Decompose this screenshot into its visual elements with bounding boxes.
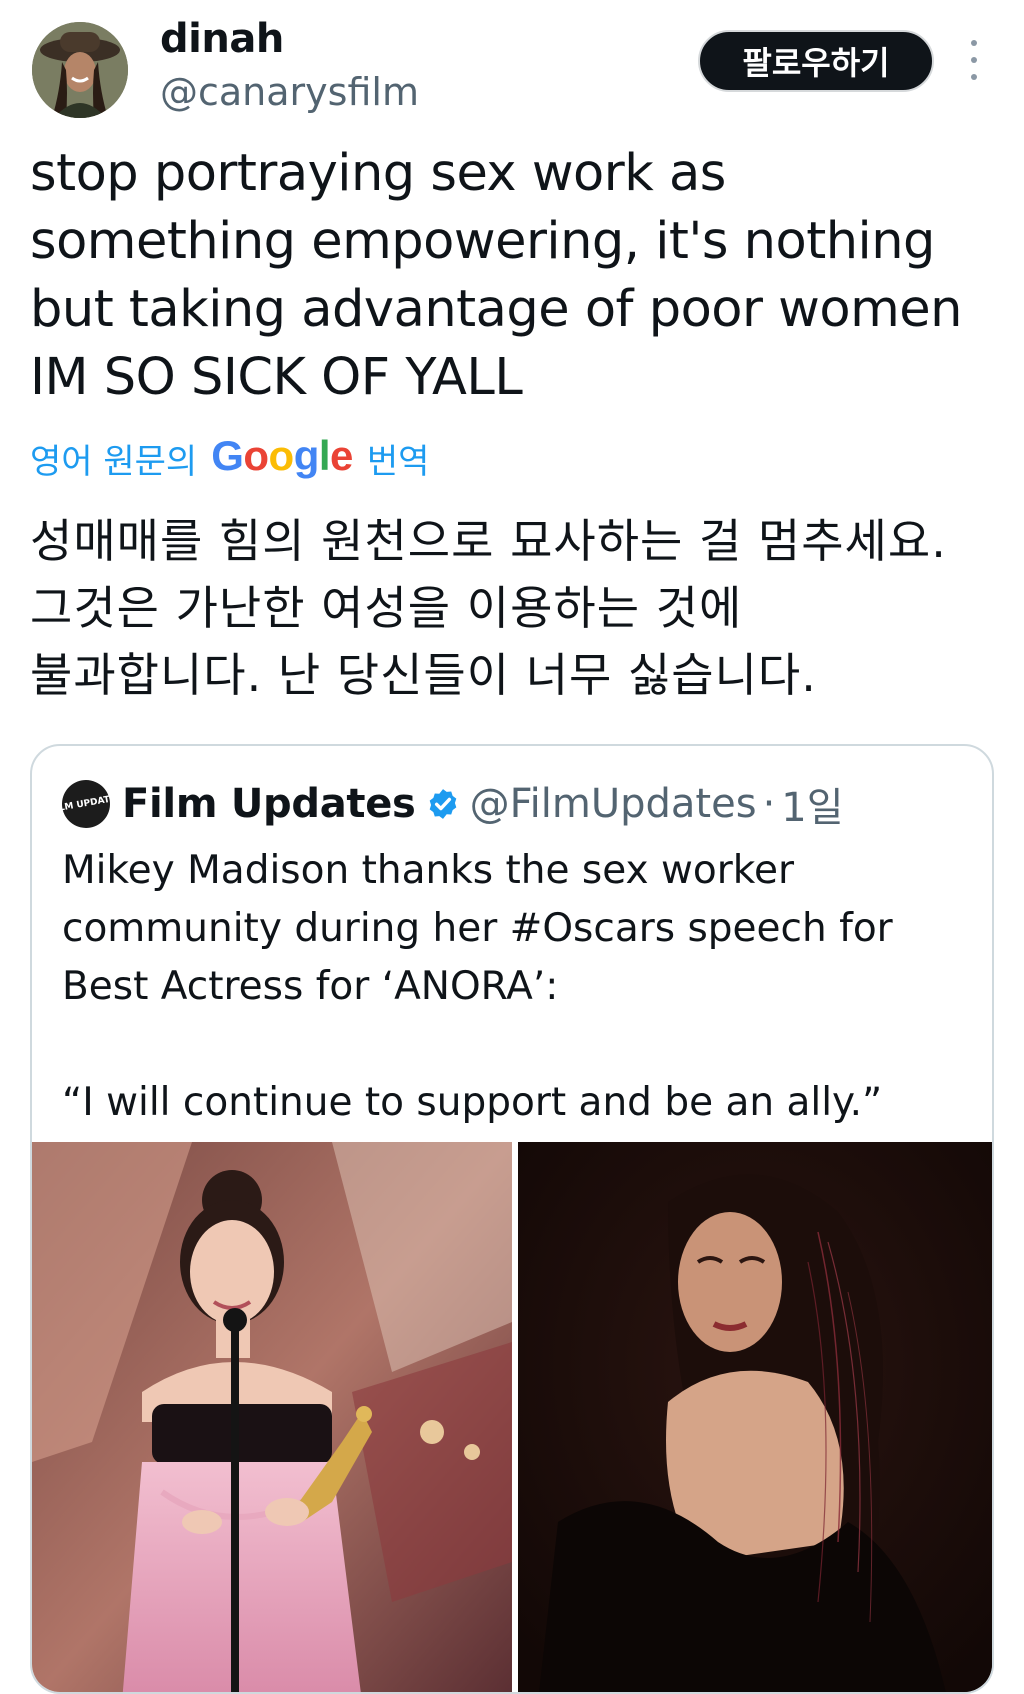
google-letter: o bbox=[268, 432, 295, 479]
quoted-line: community during her #Oscars speech for bbox=[62, 906, 893, 951]
translated-text: 성매매를 힘의 원천으로 묘사하는 걸 멈추세요. 그것은 가난한 여성을 이용… bbox=[30, 508, 1000, 709]
quoted-display-name[interactable]: Film Updates bbox=[122, 781, 416, 827]
quoted-line: Best Actress for ‘ANORA’: bbox=[62, 964, 559, 1009]
google-letter: g bbox=[293, 432, 320, 479]
more-vertical-icon[interactable] bbox=[962, 40, 986, 80]
google-logo: Google bbox=[211, 432, 353, 480]
quoted-tweet-card[interactable]: FILM UPDATES Film Updates @FilmUpdates ·… bbox=[30, 744, 994, 1694]
google-letter: o bbox=[243, 432, 269, 479]
profile-photo bbox=[32, 22, 128, 118]
avatar[interactable] bbox=[32, 22, 128, 118]
translate-label-prefix: 영어 원문의 bbox=[30, 441, 198, 482]
quoted-timestamp[interactable]: 1일 bbox=[781, 775, 843, 833]
translated-line: 불과합니다. 난 당신들이 너무 싫습니다. bbox=[30, 648, 817, 702]
follow-button[interactable]: 팔로우하기 bbox=[698, 30, 934, 92]
translate-label-suffix: 번역 bbox=[366, 441, 430, 482]
quoted-tweet-text: Mikey Madison thanks the sex worker comm… bbox=[62, 842, 962, 1132]
google-letter: G bbox=[211, 432, 244, 479]
translated-line: 성매매를 힘의 원천으로 묘사하는 걸 멈추세요. bbox=[30, 514, 947, 568]
google-letter: l bbox=[318, 432, 331, 479]
tweet-text: stop portraying sex work as something em… bbox=[30, 144, 962, 407]
separator-dot: · bbox=[762, 781, 776, 827]
quoted-handle[interactable]: @FilmUpdates bbox=[470, 781, 757, 827]
author-handle[interactable]: @canarysfilm bbox=[160, 70, 419, 114]
quoted-tweet-header: FILM UPDATES Film Updates @FilmUpdates ·… bbox=[49, 775, 844, 833]
google-letter: e bbox=[330, 432, 353, 479]
quoted-line-gap bbox=[62, 1016, 962, 1074]
quoted-avatar[interactable]: FILM UPDATES bbox=[49, 776, 123, 832]
media-photo-oscar-speech[interactable] bbox=[32, 1142, 512, 1692]
media-photo-portrait[interactable] bbox=[518, 1142, 992, 1692]
author-display-name[interactable]: dinah bbox=[160, 16, 284, 62]
translate-link[interactable]: 영어 원문의 Google 번역 bbox=[30, 428, 429, 488]
quoted-line: Mikey Madison thanks the sex worker bbox=[62, 848, 795, 893]
translated-line: 그것은 가난한 여성을 이용하는 것에 bbox=[30, 581, 743, 635]
quoted-line: “I will continue to support and be an al… bbox=[62, 1080, 883, 1125]
verified-badge-icon bbox=[426, 787, 460, 821]
